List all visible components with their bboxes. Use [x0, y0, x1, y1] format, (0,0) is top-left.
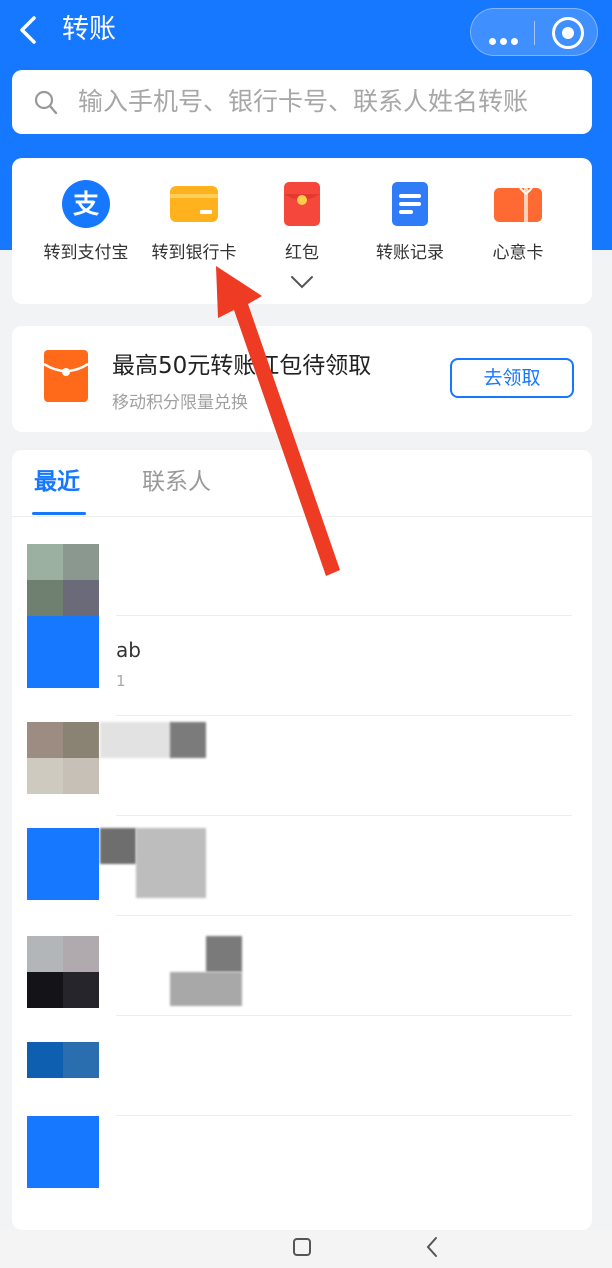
redacted-name [170, 722, 206, 758]
contact-row[interactable] [12, 516, 592, 616]
contact-row[interactable] [12, 1016, 592, 1116]
action-red-packet[interactable]: 红包 [242, 180, 362, 263]
chevron-down-icon[interactable] [290, 274, 314, 290]
more-dots-icon [489, 38, 496, 45]
avatar [27, 544, 99, 616]
triangle-back-icon[interactable] [424, 1236, 440, 1258]
promo-banner[interactable]: 最高50元转账红包待领取 移动积分限量兑换 去领取 [12, 326, 592, 432]
avatar [27, 936, 99, 1008]
action-label: 转到支付宝 [43, 243, 129, 263]
action-label: 红包 [285, 243, 319, 263]
gift-card-icon [494, 180, 542, 228]
more-button[interactable] [489, 30, 522, 49]
action-label: 转到银行卡 [151, 243, 237, 263]
redacted-name [100, 722, 172, 758]
avatar [27, 1116, 99, 1188]
redacted-name [206, 936, 242, 972]
page-title: 转账 [62, 14, 116, 45]
search-input[interactable]: 输入手机号、银行卡号、联系人姓名转账 [12, 70, 592, 134]
square-home-icon[interactable] [293, 1238, 311, 1256]
action-transfer-bank[interactable]: 转到银行卡 [134, 180, 254, 263]
records-icon [386, 180, 434, 228]
back-button[interactable] [14, 12, 44, 48]
contact-name: ab [116, 638, 141, 662]
redacted-name [136, 828, 206, 898]
tab-contacts[interactable]: 联系人 [142, 466, 211, 498]
redacted-name [100, 828, 136, 864]
promo-subtitle: 移动积分限量兑换 [112, 393, 248, 413]
contacts-card: 最近 联系人 ab 1 [12, 450, 592, 1230]
system-navigation-bar [0, 1230, 612, 1268]
search-icon [34, 90, 58, 115]
avatar [27, 616, 99, 688]
svg-text:支: 支 [73, 190, 99, 220]
contact-row[interactable] [12, 716, 592, 816]
contact-row[interactable] [12, 916, 592, 1016]
action-transfer-alipay[interactable]: 支 转到支付宝 [26, 180, 146, 263]
red-envelope-icon [278, 180, 326, 228]
chevron-left-icon [20, 16, 36, 44]
red-envelope-icon [43, 350, 89, 406]
mini-program-capsule [470, 8, 598, 56]
close-button[interactable] [552, 17, 584, 49]
redacted-name [170, 972, 242, 1006]
tab-indicator [32, 512, 86, 515]
avatar [27, 722, 99, 794]
action-gift-card[interactable]: 心意卡 [458, 180, 578, 263]
contact-row[interactable]: ab 1 [12, 616, 592, 716]
promo-title: 最高50元转账红包待领取 [112, 353, 372, 379]
avatar [27, 1042, 99, 1078]
contact-row[interactable] [12, 1116, 592, 1216]
action-label: 转账记录 [376, 243, 444, 263]
quick-actions: 支 转到支付宝 转到银行卡 红包 转账记录 心意卡 [12, 158, 592, 304]
action-label: 心意卡 [492, 243, 544, 263]
action-transfer-records[interactable]: 转账记录 [350, 180, 470, 263]
claim-button[interactable]: 去领取 [450, 358, 574, 398]
search-placeholder: 输入手机号、银行卡号、联系人姓名转账 [78, 87, 529, 116]
alipay-icon: 支 [62, 180, 110, 228]
contact-subtitle: 1 [116, 672, 126, 690]
contact-row[interactable] [12, 816, 592, 916]
bank-card-icon [170, 180, 218, 228]
capsule-divider [534, 21, 535, 45]
tab-recent[interactable]: 最近 [34, 466, 80, 498]
avatar [27, 828, 99, 900]
